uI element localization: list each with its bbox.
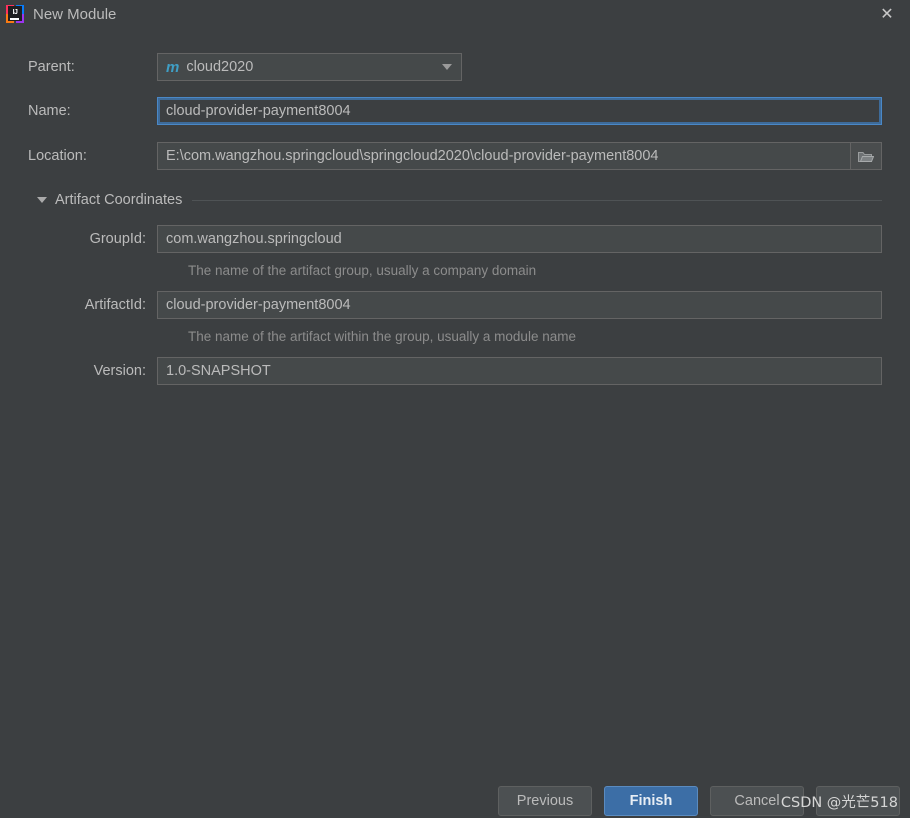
- finish-button[interactable]: Finish: [604, 786, 698, 816]
- dialog-button-bar: Previous Finish Cancel: [0, 786, 910, 816]
- title-bar: IJ New Module ✕: [0, 0, 910, 28]
- parent-combobox[interactable]: m cloud2020: [157, 53, 462, 81]
- maven-module-icon: m: [166, 58, 180, 76]
- artifact-id-input[interactable]: cloud-provider-payment8004: [157, 291, 882, 319]
- section-separator: [192, 199, 882, 201]
- intellij-idea-logo-icon: IJ: [6, 5, 24, 23]
- chevron-down-icon[interactable]: [442, 64, 452, 70]
- close-icon[interactable]: ✕: [864, 0, 910, 28]
- name-input[interactable]: cloud-provider-payment8004: [157, 97, 882, 125]
- name-row: Name: cloud-provider-payment8004: [28, 97, 882, 125]
- location-input[interactable]: E:\com.wangzhou.springcloud\springcloud2…: [157, 142, 850, 170]
- version-input[interactable]: 1.0-SNAPSHOT: [157, 357, 882, 385]
- artifact-id-label: ArtifactId:: [84, 297, 146, 313]
- version-label: Version:: [93, 363, 146, 379]
- folder-glyph: [858, 151, 874, 162]
- parent-label: Parent:: [28, 59, 75, 75]
- triangle-down-icon[interactable]: [37, 197, 47, 203]
- folder-icon[interactable]: [850, 142, 882, 170]
- new-module-form: Parent: m cloud2020 Name: cloud-provider…: [0, 53, 910, 385]
- window-title: New Module: [33, 5, 117, 23]
- artifact-id-row: ArtifactId: cloud-provider-payment8004: [28, 291, 882, 319]
- location-label: Location:: [28, 148, 87, 164]
- previous-button[interactable]: Previous: [498, 786, 592, 816]
- cancel-button[interactable]: Cancel: [710, 786, 804, 816]
- group-id-input[interactable]: com.wangzhou.springcloud: [157, 225, 882, 253]
- version-row: Version: 1.0-SNAPSHOT: [28, 357, 882, 385]
- parent-row: Parent: m cloud2020: [28, 53, 882, 81]
- parent-value: cloud2020: [186, 59, 254, 75]
- artifact-coordinates-section-header[interactable]: Artifact Coordinates: [28, 192, 882, 208]
- group-id-hint: The name of the artifact group, usually …: [188, 263, 537, 278]
- artifact-coordinates-title: Artifact Coordinates: [55, 192, 183, 208]
- name-label: Name:: [28, 103, 71, 119]
- artifact-id-hint: The name of the artifact within the grou…: [188, 329, 576, 344]
- location-row: Location: E:\com.wangzhou.springcloud\sp…: [28, 142, 882, 170]
- group-id-label: GroupId:: [89, 231, 146, 247]
- group-id-row: GroupId: com.wangzhou.springcloud: [28, 225, 882, 253]
- help-button[interactable]: [816, 786, 900, 816]
